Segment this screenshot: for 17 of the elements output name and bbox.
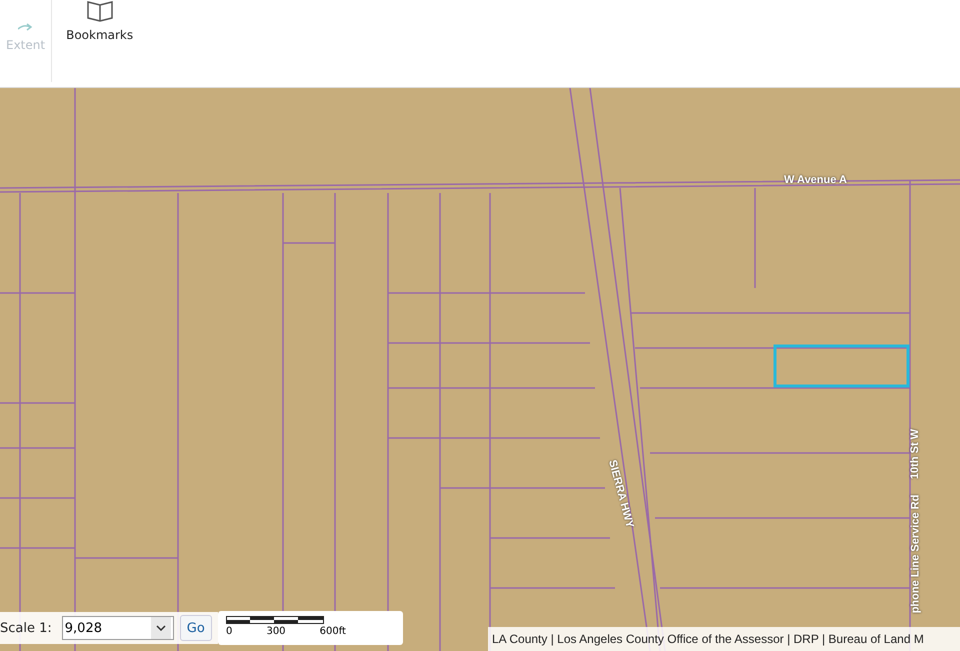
selected-parcel-outline[interactable] — [774, 344, 910, 388]
scale-tick-label: 0 — [226, 626, 232, 637]
aerial-map-placeholder[interactable]: W Avenue A SIERRA HWY 10th St W phone Line Service Rd Scale 1: 9,028 Go 0 300 600ft LA County | Los Angeles County Office of the Assessor | DRP | Bureau of Land M — [0, 88, 960, 651]
scale-tick-label: 300 — [266, 626, 286, 637]
scale-label: Scale 1: — [0, 620, 52, 636]
attribution-text: LA County | Los Angeles County Office of the Assessor | DRP | Bureau of Land M — [488, 627, 960, 651]
street-label: W Avenue A — [784, 174, 847, 186]
scale-select[interactable]: 9,028 — [62, 616, 174, 640]
go-button[interactable]: Go — [180, 615, 212, 641]
street-label: SIERRA HWY — [606, 458, 636, 530]
street-label: phone Line Service Rd — [909, 494, 922, 614]
caret-icon — [156, 625, 166, 631]
book-icon — [86, 0, 114, 22]
arrow-icon — [18, 22, 34, 32]
scale-bar-icon — [226, 616, 324, 624]
street-label: 10th St W — [909, 428, 922, 480]
scale-tick-label: 600ft — [320, 626, 346, 637]
